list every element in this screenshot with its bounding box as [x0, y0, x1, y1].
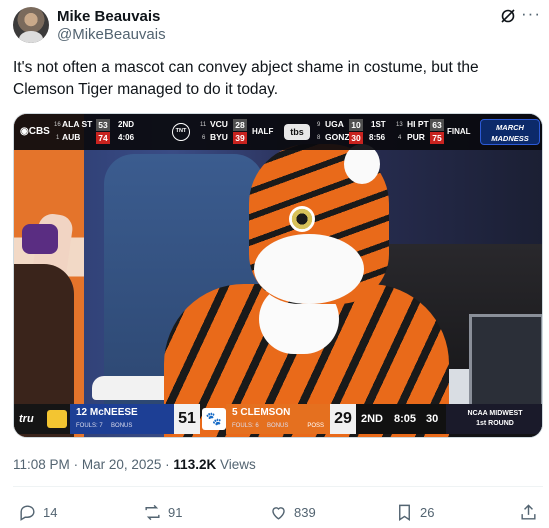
trutv-logo: tru [14, 404, 70, 434]
tweet-meta: 11:08 PM · Mar 20, 2025 · 113.2K Views [13, 457, 256, 472]
bookmark-icon [399, 504, 410, 521]
bottom-scoreboard: tru 12 McNEESE FOULS: 7 BONUS 51 🐾 5 CLE… [14, 404, 542, 434]
reply-button[interactable]: 14 [18, 502, 57, 522]
broadcast-photo [14, 114, 542, 437]
team2-panel: 5 CLEMSON FOULS: 6 BONUS POSS [226, 404, 330, 434]
share-button[interactable] [519, 502, 538, 522]
team2-score: 29 [330, 404, 356, 434]
avatar[interactable] [13, 7, 49, 43]
team1-panel: 12 McNEESE FOULS: 7 BONUS [70, 404, 174, 434]
tbs-logo: tbs [284, 124, 310, 140]
views-count: 113.2K [173, 457, 217, 472]
game-clock: 2ND 8:05 30 [356, 404, 446, 434]
like-icon [272, 506, 285, 520]
author-name[interactable]: Mike Beauvais [57, 8, 160, 25]
views-label: Views [219, 457, 256, 472]
cbs-logo: ◉CBS [20, 126, 50, 137]
tweet-time[interactable]: 11:08 PM [13, 457, 70, 472]
bookmark-button[interactable]: 26 [395, 502, 434, 522]
grok-icon[interactable] [500, 8, 516, 24]
team1-score: 51 [174, 404, 200, 434]
tweet-media[interactable]: ◉CBS 16 ALA ST 53 1 AUB 74 2ND 4:06 TNT … [13, 113, 543, 438]
author-handle[interactable]: @MikeBeauvais [57, 26, 166, 43]
region-label: NCAA MIDWEST 1st ROUND [446, 404, 542, 434]
repost-button[interactable]: 91 [143, 502, 182, 522]
tnt-logo: TNT [172, 123, 190, 141]
more-icon[interactable]: ··· [521, 5, 541, 25]
mcneese-logo [47, 410, 67, 428]
like-button[interactable]: 839 [269, 502, 316, 522]
share-icon [521, 503, 536, 520]
repost-icon [145, 504, 160, 520]
clemson-paw-logo: 🐾 [202, 408, 226, 430]
reply-icon [20, 504, 35, 521]
divider [13, 486, 543, 487]
march-madness-logo: MARCH MADNESS [480, 119, 540, 145]
tweet-text: It's not often a mascot can convey abjec… [13, 59, 479, 98]
top-scoreboard: ◉CBS 16 ALA ST 53 1 AUB 74 2ND 4:06 TNT … [14, 114, 542, 150]
tweet-date[interactable]: Mar 20, 2025 [82, 457, 162, 472]
